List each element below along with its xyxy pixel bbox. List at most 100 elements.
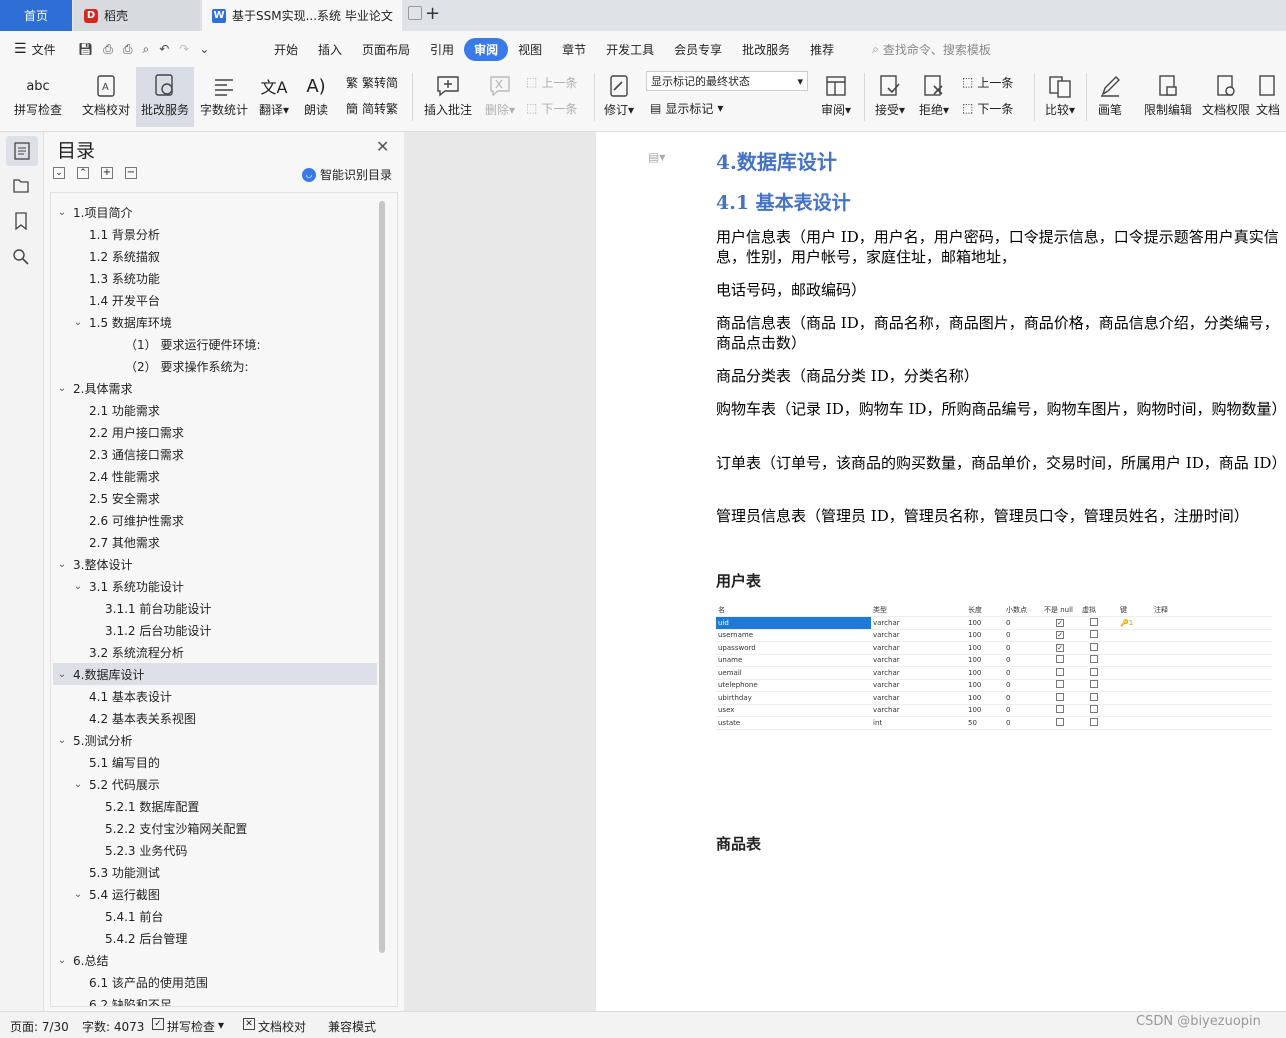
spell-check-toggle[interactable]: ✓ 拼写检查 ▾ bbox=[152, 1018, 224, 1035]
toc-item[interactable]: 3.2 系统流程分析 bbox=[53, 641, 377, 663]
simp-to-trad-button[interactable]: 簡简转繁 bbox=[346, 97, 398, 119]
prev-comment-button[interactable]: ⬚ 上一条 bbox=[526, 71, 577, 93]
menu-tab-5[interactable]: 视图 bbox=[508, 38, 552, 61]
menu-tab-4[interactable]: 审阅 bbox=[464, 37, 509, 61]
toc-item[interactable]: ⌄ 1.项目简介 bbox=[53, 201, 377, 223]
next-change-button[interactable]: ⬚ 下一条 bbox=[962, 97, 1013, 119]
reject-button[interactable]: 拒绝▾ bbox=[914, 67, 954, 127]
track-changes-button[interactable]: 修订▾ bbox=[600, 67, 638, 127]
chevron-down-icon[interactable]: ⌄ bbox=[71, 889, 85, 900]
export-pdf-icon[interactable]: ⎙ bbox=[103, 42, 113, 57]
chevron-down-icon[interactable]: ⌄ bbox=[55, 955, 69, 966]
toc-item[interactable]: ⌄ 3.1 系统功能设计 bbox=[53, 575, 377, 597]
toc-item[interactable]: 2.3 通信接口需求 bbox=[53, 443, 377, 465]
toc-item[interactable]: 5.4.2 后台管理 bbox=[53, 927, 377, 949]
menu-tab-6[interactable]: 章节 bbox=[552, 38, 596, 61]
toc-item[interactable]: 2.5 安全需求 bbox=[53, 487, 377, 509]
restrict-editing-button[interactable]: 限制编辑 bbox=[1140, 67, 1196, 127]
word-count[interactable]: 字数: 4073 bbox=[82, 1018, 144, 1035]
doc-proofread-button[interactable]: A 文档校对 bbox=[78, 67, 134, 127]
toc-item[interactable]: 5.2.3 业务代码 bbox=[53, 839, 377, 861]
toc-item[interactable]: 3.1.1 前台功能设计 bbox=[53, 597, 377, 619]
show-markup-button[interactable]: ▤ 显示标记 ▾ bbox=[650, 97, 723, 119]
tab-home[interactable]: 首页 bbox=[0, 0, 72, 31]
toc-item[interactable]: （2） 要求操作系统为: bbox=[53, 355, 377, 377]
doc-permission-button[interactable]: 文档权限 bbox=[1198, 67, 1254, 127]
search-icon[interactable] bbox=[12, 248, 30, 269]
collapse-icon[interactable]: − bbox=[125, 167, 137, 179]
chevron-down-icon[interactable]: ⌄ bbox=[71, 779, 85, 790]
accept-button[interactable]: 接受▾ bbox=[870, 67, 910, 127]
toc-item[interactable]: 5.2.1 数据库配置 bbox=[53, 795, 377, 817]
translate-button[interactable]: 文A 翻译▾ bbox=[254, 67, 294, 127]
menu-tab-9[interactable]: 批改服务 bbox=[732, 38, 800, 61]
toc-item[interactable]: ⌄ 5.2 代码展示 bbox=[53, 773, 377, 795]
trad-to-simp-button[interactable]: 繁繁转简 bbox=[346, 71, 398, 93]
chevron-down-icon[interactable]: ⌄ bbox=[55, 559, 69, 570]
undo-icon[interactable]: ↶ bbox=[159, 42, 169, 57]
toc-panel-icon[interactable] bbox=[6, 136, 38, 166]
toc-item[interactable]: 2.1 功能需求 bbox=[53, 399, 377, 421]
toc-item[interactable]: 5.4.1 前台 bbox=[53, 905, 377, 927]
toc-item[interactable]: ⌄ 2.具体需求 bbox=[53, 377, 377, 399]
toc-item[interactable]: 6.2 缺陷和不足 bbox=[53, 993, 377, 1007]
customize-chevron-icon[interactable]: ⌄ bbox=[199, 42, 209, 57]
toc-item[interactable]: 5.1 编写目的 bbox=[53, 751, 377, 773]
toc-item[interactable]: （1） 要求运行硬件环境: bbox=[53, 333, 377, 355]
next-comment-button[interactable]: ⬚ 下一条 bbox=[526, 97, 577, 119]
redo-icon[interactable]: ↷ bbox=[179, 42, 189, 57]
menu-tab-0[interactable]: 开始 bbox=[264, 38, 308, 61]
compare-button[interactable]: 比较▾ bbox=[1040, 67, 1080, 127]
toc-item[interactable]: 1.4 开发平台 bbox=[53, 289, 377, 311]
markup-state-select[interactable]: 显示标记的最终状态 ▾ bbox=[646, 71, 808, 91]
close-icon[interactable]: ✕ bbox=[376, 137, 389, 156]
chevron-down-icon[interactable]: ⌄ bbox=[71, 317, 85, 328]
menu-tab-3[interactable]: 引用 bbox=[420, 38, 464, 61]
menu-tab-7[interactable]: 开发工具 bbox=[596, 38, 664, 61]
menu-tab-8[interactable]: 会员专享 bbox=[664, 38, 732, 61]
bookmark-icon[interactable] bbox=[13, 212, 29, 233]
toc-item[interactable]: ⌄ 1.5 数据库环境 bbox=[53, 311, 377, 333]
file-menu[interactable]: ☰ 文件 bbox=[0, 41, 68, 58]
smart-toc-button[interactable]: ◡ 智能识别目录 bbox=[302, 166, 392, 183]
chevron-down-icon[interactable]: ⌄ bbox=[55, 669, 69, 680]
toc-item[interactable]: ⌄ 6.总结 bbox=[53, 949, 377, 971]
insert-comment-button[interactable]: 插入批注 bbox=[420, 67, 476, 127]
toc-item[interactable]: 4.1 基本表设计 bbox=[53, 685, 377, 707]
toc-item[interactable]: 2.7 其他需求 bbox=[53, 531, 377, 553]
prev-change-button[interactable]: ⬚ 上一条 bbox=[962, 71, 1013, 93]
tab-daoke[interactable]: D 稻壳 bbox=[74, 0, 200, 31]
command-search[interactable]: ⌕ 查找命令、搜索模板 bbox=[872, 41, 991, 58]
tab-document[interactable]: W 基于SSM实现...系统 毕业论文 bbox=[202, 0, 402, 31]
toc-item[interactable]: 1.2 系统描叙 bbox=[53, 245, 377, 267]
correction-service-button[interactable]: 批改服务 bbox=[136, 67, 194, 127]
read-aloud-button[interactable]: A) 朗读 bbox=[298, 67, 334, 127]
toc-item[interactable]: 4.2 基本表关系视图 bbox=[53, 707, 377, 729]
chapter-nav-icon[interactable] bbox=[12, 176, 30, 197]
window-restore-icon[interactable] bbox=[408, 6, 422, 20]
paragraph-marker-icon[interactable]: ▤▾ bbox=[648, 150, 665, 164]
word-count-button[interactable]: 字数统计 bbox=[198, 67, 250, 127]
expand-all-icon[interactable]: ⌄ bbox=[53, 167, 65, 179]
menu-tab-1[interactable]: 插入 bbox=[308, 38, 352, 61]
delete-comment-button[interactable]: 删除▾ bbox=[480, 67, 520, 127]
new-tab-button[interactable]: + bbox=[425, 3, 440, 24]
toc-item[interactable]: ⌄ 3.整体设计 bbox=[53, 553, 377, 575]
toc-item[interactable]: 1.3 系统功能 bbox=[53, 267, 377, 289]
toc-item[interactable]: ⌄ 5.4 运行截图 bbox=[53, 883, 377, 905]
toc-scrollbar[interactable] bbox=[379, 201, 385, 953]
chevron-down-icon[interactable]: ⌄ bbox=[55, 383, 69, 394]
menu-tab-2[interactable]: 页面布局 bbox=[352, 38, 420, 61]
chevron-down-icon[interactable]: ⌄ bbox=[55, 735, 69, 746]
collapse-all-icon[interactable]: ⌃ bbox=[77, 167, 89, 179]
print-icon[interactable]: ⎙ bbox=[123, 42, 133, 57]
doc-more-button[interactable]: 文档 bbox=[1256, 67, 1286, 127]
chevron-down-icon[interactable]: ⌄ bbox=[55, 207, 69, 218]
toc-item[interactable]: 2.4 性能需求 bbox=[53, 465, 377, 487]
pen-button[interactable]: 画笔 bbox=[1092, 67, 1128, 127]
chevron-down-icon[interactable]: ⌄ bbox=[71, 581, 85, 592]
toc-item[interactable]: 2.2 用户接口需求 bbox=[53, 421, 377, 443]
print-preview-icon[interactable]: ⌕ bbox=[142, 42, 149, 57]
toc-item[interactable]: ⌄ 4.数据库设计 bbox=[53, 663, 377, 685]
doc-proof-status[interactable]: ✕ 文档校对 bbox=[243, 1018, 306, 1035]
